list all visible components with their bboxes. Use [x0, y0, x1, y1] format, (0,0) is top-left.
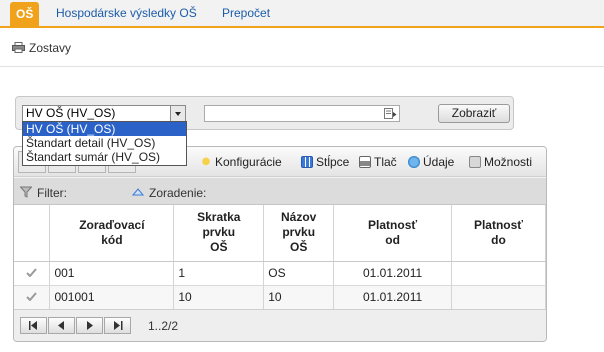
check-icon[interactable] — [14, 261, 51, 286]
divider — [0, 66, 604, 67]
cell-name: OS — [263, 261, 335, 286]
cell-valid-to — [451, 285, 546, 310]
data-table: Zoraďovací kód Skratka prvku OŠ Názov pr… — [14, 205, 546, 310]
tab-hospodarske-vysledky[interactable]: Hospodárske výsledky OŠ — [50, 2, 203, 26]
dropdown-option[interactable]: Štandart sumár (HV_OS) — [23, 150, 186, 164]
column-header-select — [14, 205, 51, 262]
cell-abbreviation: 1 — [173, 261, 265, 286]
column-header-sort-code[interactable]: Zoraďovací kód — [49, 205, 175, 262]
filter-row: Filter: Zoradenie: — [14, 178, 546, 205]
columns-icon — [301, 156, 313, 168]
reports-label: Zostavy — [29, 41, 72, 55]
cell-valid-to — [451, 261, 546, 286]
column-header-valid-from[interactable]: Platnosť od — [333, 205, 453, 262]
prev-page-button[interactable] — [48, 317, 75, 334]
sort-icon[interactable] — [131, 186, 145, 200]
pager: 1..2/2 — [14, 309, 546, 341]
last-page-button[interactable] — [104, 317, 131, 334]
print-button[interactable]: Tlač — [359, 155, 397, 169]
columns-button[interactable]: Stĺpce — [301, 155, 349, 169]
table-row[interactable]: 001001 10 10 01.01.2011 — [14, 285, 546, 310]
show-button[interactable]: Zobraziť — [438, 104, 510, 123]
config-icon — [200, 156, 212, 168]
check-icon[interactable] — [14, 285, 51, 310]
data-button[interactable]: Údaje — [408, 155, 454, 169]
grid-panel: 2 Konfigurácie Stĺpce Tlač Údaje Možnost… — [13, 146, 547, 342]
picker-icon[interactable] — [384, 108, 397, 119]
reports-button[interactable]: Zostavy — [12, 40, 71, 56]
cell-name: 10 — [263, 285, 335, 310]
table-row[interactable]: 001 1 OS 01.01.2011 — [14, 261, 546, 286]
column-header-abbreviation[interactable]: Skratka prvku OŠ — [173, 205, 265, 262]
dropdown-option[interactable]: Štandart detail (HV_OS) — [23, 136, 186, 150]
page-info: 1..2/2 — [148, 319, 179, 333]
options-icon — [469, 156, 481, 168]
chevron-down-icon[interactable] — [170, 106, 185, 121]
cell-sort-code: 001 — [49, 261, 175, 286]
cell-valid-from: 01.01.2011 — [333, 285, 453, 310]
options-button[interactable]: Možnosti — [469, 155, 532, 169]
cell-sort-code: 001001 — [49, 285, 175, 310]
tab-os[interactable]: OŠ — [10, 2, 40, 28]
column-header-valid-to[interactable]: Platnosť do — [451, 205, 546, 262]
first-page-button[interactable] — [20, 317, 47, 334]
report-dropdown-list: HV OŠ (HV_OS) Štandart detail (HV_OS) Št… — [22, 121, 187, 166]
next-page-button[interactable] — [76, 317, 103, 334]
report-select-value: HV OŠ (HV_OS) — [26, 106, 116, 120]
printer-icon — [359, 156, 371, 168]
dropdown-option[interactable]: HV OŠ (HV_OS) — [23, 122, 186, 136]
search-input[interactable] — [204, 105, 400, 122]
config-button[interactable]: Konfigurácie — [200, 155, 282, 169]
report-select[interactable]: HV OŠ (HV_OS) — [22, 105, 186, 122]
cell-abbreviation: 10 — [173, 285, 265, 310]
sort-label: Zoradenie: — [149, 186, 207, 200]
data-icon — [408, 156, 420, 168]
printer-icon — [12, 41, 25, 53]
filter-label: Filter: — [37, 186, 67, 200]
funnel-icon[interactable] — [19, 186, 33, 201]
column-header-name[interactable]: Názov prvku OŠ — [263, 205, 335, 262]
tab-bar: OŠ Hospodárske výsledky OŠ Prepočet — [0, 0, 604, 28]
tab-prepocet[interactable]: Prepočet — [216, 2, 276, 26]
cell-valid-from: 01.01.2011 — [333, 261, 453, 286]
